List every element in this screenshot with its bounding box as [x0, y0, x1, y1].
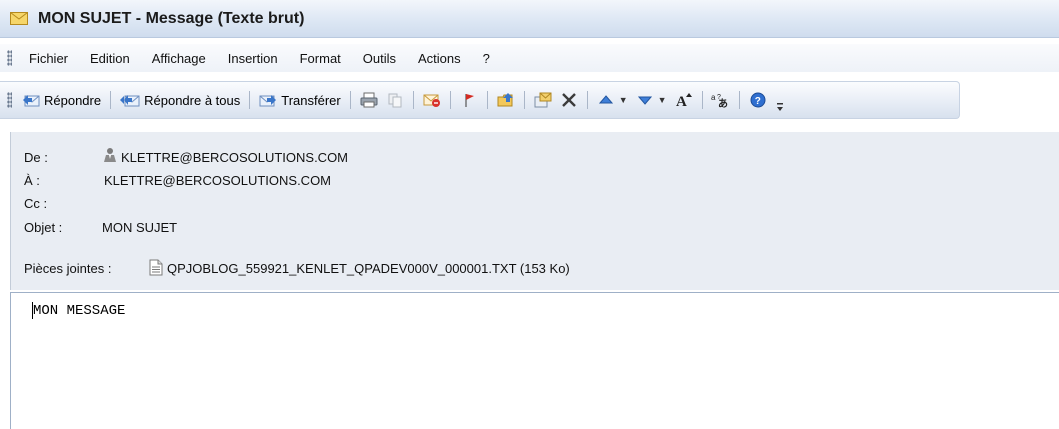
- svg-text:A: A: [676, 94, 687, 108]
- next-item-icon[interactable]: [634, 89, 656, 111]
- attachments-label: Pièces jointes :: [24, 261, 112, 276]
- menu-edition[interactable]: Edition: [79, 51, 141, 66]
- window-title: MON SUJET - Message (Texte brut): [38, 9, 305, 27]
- forward-icon: [259, 95, 277, 107]
- toolbar-separator: [110, 91, 112, 109]
- text-file-icon: [149, 259, 163, 279]
- toolbar-separator: [249, 91, 251, 109]
- to-label: À :: [24, 173, 40, 188]
- from-value[interactable]: KLETTRE@BERCOSOLUTIONS.COM: [121, 150, 348, 165]
- menu-actions[interactable]: Actions: [407, 51, 472, 66]
- to-row: À : KLETTRE@BERCOSOLUTIONS.COM: [24, 173, 331, 188]
- standard-toolbar: Répondre Répondre à tous Transférer ▼ ▼ …: [0, 81, 960, 119]
- menu-grip[interactable]: [7, 50, 12, 66]
- svg-text:?: ?: [754, 96, 760, 107]
- reply-icon: [23, 95, 40, 107]
- subject-row: Objet : MON SUJET: [24, 220, 177, 235]
- chevron-down-icon[interactable]: ▼: [619, 95, 628, 105]
- subject-label: Objet :: [24, 220, 63, 235]
- toolbar-grip[interactable]: [7, 92, 12, 108]
- reply-all-label: Répondre à tous: [144, 92, 241, 108]
- delete-icon[interactable]: [558, 89, 580, 111]
- title-bar: MON SUJET - Message (Texte brut): [0, 0, 1059, 38]
- reply-button[interactable]: Répondre: [18, 87, 105, 113]
- delete-message-icon[interactable]: [421, 89, 443, 111]
- move-to-folder-icon[interactable]: [495, 89, 517, 111]
- message-text[interactable]: MON MESSAGE: [33, 303, 125, 319]
- toolbar-separator: [486, 91, 488, 109]
- cc-label: Cc :: [24, 196, 48, 211]
- toolbar-separator: [586, 91, 588, 109]
- envelope-icon: [10, 12, 28, 25]
- menu-fichier[interactable]: Fichier: [18, 51, 79, 66]
- toolbar-separator: [412, 91, 414, 109]
- message-body[interactable]: MON MESSAGE: [10, 292, 1059, 429]
- attachments-row: Pièces jointes : QPJOBLOG_559921_KENLET_…: [24, 259, 570, 276]
- from-label: De :: [24, 150, 48, 165]
- forward-button[interactable]: Transférer: [255, 87, 344, 113]
- toolbar-separator: [738, 91, 740, 109]
- forward-label: Transférer: [281, 92, 341, 108]
- flag-icon[interactable]: [458, 89, 480, 111]
- svg-text:a: a: [711, 93, 716, 102]
- reply-label: Répondre: [44, 92, 102, 108]
- menu-affichage[interactable]: Affichage: [141, 51, 217, 66]
- menu-bar: Fichier Edition Affichage Insertion Form…: [0, 44, 1059, 72]
- toolbar-separator: [523, 91, 525, 109]
- copy-icon[interactable]: [384, 89, 406, 111]
- message-header: De : KLETTRE@BERCOSOLUTIONS.COM À : KLET…: [10, 132, 1059, 290]
- menu-insertion[interactable]: Insertion: [217, 51, 289, 66]
- subject-value: MON SUJET: [102, 220, 178, 235]
- encoding-icon[interactable]: a ? あ: [710, 89, 732, 111]
- svg-text:あ: あ: [718, 97, 728, 108]
- contact-icon: [102, 147, 118, 166]
- toolbar-options-icon[interactable]: [775, 88, 785, 112]
- junk-mail-icon[interactable]: [532, 89, 554, 111]
- font-size-icon[interactable]: A: [673, 89, 695, 111]
- to-value[interactable]: KLETTRE@BERCOSOLUTIONS.COM: [104, 173, 331, 188]
- attachment-link[interactable]: QPJOBLOG_559921_KENLET_QPADEV000V_000001…: [167, 261, 570, 276]
- toolbar-separator: [349, 91, 351, 109]
- toolbar-separator: [449, 91, 451, 109]
- cc-row: Cc :: [24, 196, 47, 211]
- menu-format[interactable]: Format: [289, 51, 352, 66]
- previous-item-icon[interactable]: [595, 89, 617, 111]
- menu-outils[interactable]: Outils: [352, 51, 407, 66]
- from-row: De : KLETTRE@BERCOSOLUTIONS.COM: [24, 148, 348, 165]
- reply-all-button[interactable]: Répondre à tous: [116, 87, 244, 113]
- toolbar-separator: [701, 91, 703, 109]
- help-icon[interactable]: ?: [747, 89, 769, 111]
- reply-all-icon: [120, 95, 140, 107]
- menu-help[interactable]: ?: [472, 51, 501, 66]
- print-icon[interactable]: [358, 89, 380, 111]
- chevron-down-icon[interactable]: ▼: [658, 95, 667, 105]
